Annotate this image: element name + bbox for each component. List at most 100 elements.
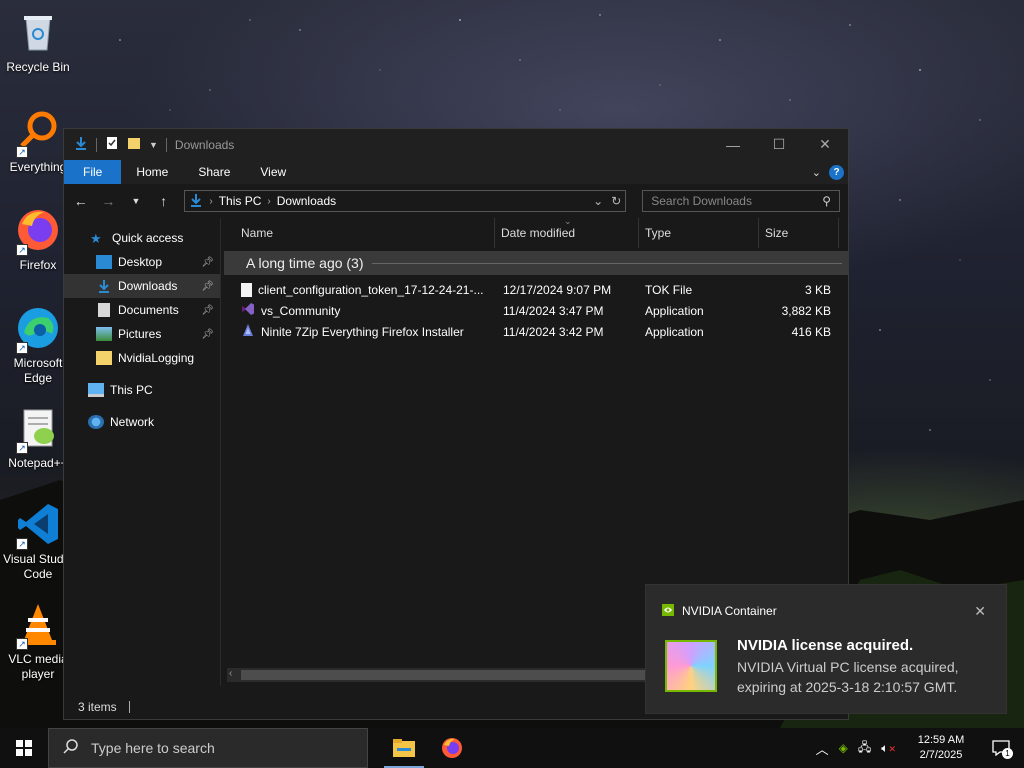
notification-toast[interactable]: NVIDIA Container ✕ NVIDIA license acquir… [645, 584, 1007, 714]
tab-view[interactable]: View [245, 160, 301, 184]
back-button[interactable]: ← [72, 193, 90, 209]
status-divider [128, 701, 130, 713]
file-type: Application [645, 303, 704, 318]
column-header-type[interactable]: Type [639, 218, 759, 248]
new-folder-icon[interactable] [127, 136, 141, 153]
desktop-folder-icon [96, 255, 112, 269]
search-input[interactable]: Search Downloads ⚲ [642, 190, 841, 212]
file-date: 11/4/2024 3:47 PM [503, 303, 604, 318]
scrollbar-thumb[interactable] [241, 670, 661, 680]
start-button[interactable] [0, 728, 48, 768]
action-center-button[interactable]: 1 [986, 728, 1016, 768]
toast-close-button[interactable]: ✕ [974, 603, 986, 620]
pin-icon[interactable]: 📌︎ [201, 329, 214, 340]
desktop-icon-label: Firefox [19, 258, 57, 272]
recent-locations-chevron-icon[interactable]: ▼ [127, 196, 145, 206]
search-icon[interactable]: ⚲ [822, 194, 831, 208]
star-icon: ★ [90, 231, 102, 246]
column-header-size[interactable]: Size [759, 218, 839, 248]
address-history-chevron-icon[interactable]: ⌄ [593, 194, 603, 208]
shortcut-arrow-icon: ↗ [16, 146, 28, 158]
sidebar-item-desktop[interactable]: Desktop 📌︎ [64, 250, 220, 274]
expand-ribbon-chevron-icon[interactable]: ⌄ [812, 166, 821, 179]
visual-studio-installer-icon [241, 302, 255, 319]
tab-home[interactable]: Home [121, 160, 183, 184]
toast-app-name: NVIDIA Container [682, 604, 777, 618]
address-bar[interactable]: › This PC › Downloads ⌄ ↻ [184, 190, 627, 212]
network-icon[interactable]: 🖧︎ [858, 738, 871, 759]
breadcrumb-separator-icon[interactable]: › [209, 196, 212, 207]
pin-icon[interactable]: 📌︎ [201, 305, 214, 316]
minimize-button[interactable]: — [710, 129, 756, 160]
help-button[interactable]: ? [829, 164, 844, 180]
downloads-folder-icon [74, 136, 88, 153]
vscode-icon: ↗ [14, 500, 62, 550]
volume-muted-icon[interactable]: 🔈︎✕ [881, 741, 896, 756]
breadcrumb-downloads[interactable]: Downloads [277, 194, 336, 208]
search-icon [63, 738, 79, 758]
file-row[interactable]: vs_Community 11/4/2024 3:47 PM Applicati… [221, 300, 848, 321]
pin-icon[interactable]: 📌︎ [201, 257, 214, 268]
sort-indicator-icon: ⌄ [564, 216, 572, 226]
downloads-location-icon [189, 193, 203, 210]
forward-button[interactable]: → [100, 193, 118, 209]
file-row[interactable]: Ninite 7Zip Everything Firefox Installer… [221, 321, 848, 342]
desktop-icon-label: Microsoft Edge [13, 356, 63, 385]
group-divider [371, 262, 842, 264]
tab-share[interactable]: Share [183, 160, 245, 184]
desktop-icon-recycle-bin[interactable]: Recycle Bin [0, 8, 76, 75]
taskbar-search-box[interactable]: Type here to search [48, 728, 368, 768]
file-name: Ninite 7Zip Everything Firefox Installer [261, 324, 464, 339]
sidebar-item-network[interactable]: Network [64, 410, 220, 434]
up-button[interactable]: ↑ [155, 193, 173, 209]
close-button[interactable]: ✕ [802, 129, 848, 160]
taskbar-file-explorer[interactable] [380, 728, 428, 768]
maximize-button[interactable]: ☐ [756, 129, 802, 160]
show-hidden-icons-chevron-icon[interactable]: ︿ [816, 739, 829, 758]
pictures-icon [96, 327, 112, 341]
refresh-icon[interactable]: ↻ [611, 194, 621, 208]
file-size: 3 KB [804, 282, 831, 297]
sidebar-item-label: NvidiaLogging [118, 351, 195, 365]
sidebar-item-label: Quick access [112, 231, 184, 245]
breadcrumb-separator-icon[interactable]: › [267, 196, 270, 207]
window-controls: — ☐ ✕ [710, 129, 848, 160]
file-size: 416 KB [791, 324, 831, 339]
computer-icon [88, 383, 104, 397]
taskbar-firefox[interactable] [428, 728, 476, 768]
column-header-name[interactable]: Name [221, 218, 495, 248]
shortcut-arrow-icon: ↗ [16, 638, 28, 650]
title-bar[interactable]: ▼ Downloads — ☐ ✕ [64, 129, 848, 160]
nvidia-logo-icon [662, 603, 674, 619]
clock[interactable]: 12:59 AM 2/7/2025 [906, 733, 976, 763]
file-size: 3,882 KB [781, 303, 831, 318]
recycle-bin-icon [14, 8, 62, 56]
firefox-icon [442, 738, 462, 758]
pin-icon[interactable]: 📌︎ [201, 281, 214, 292]
sidebar-item-label: Desktop [118, 255, 163, 269]
customize-toolbar-chevron-icon[interactable]: ▼ [149, 140, 158, 150]
sidebar-item-pictures[interactable]: Pictures 📌︎ [64, 322, 220, 346]
network-icon [88, 415, 104, 429]
sidebar-item-quick-access[interactable]: ★ Quick access [64, 226, 220, 250]
sidebar-item-documents[interactable]: Documents 📌︎ [64, 298, 220, 322]
group-header[interactable]: A long time ago (3) [224, 251, 848, 275]
toast-title: NVIDIA license acquired. [737, 637, 914, 654]
sidebar-item-downloads[interactable]: Downloads 📌︎ [64, 274, 220, 298]
downloads-icon [96, 279, 112, 293]
tab-file[interactable]: File [64, 160, 122, 184]
sidebar-item-label: Network [110, 415, 155, 429]
file-name: vs_Community [261, 303, 341, 318]
sidebar-item-this-pc[interactable]: This PC [64, 378, 220, 402]
file-row[interactable]: client_configuration_token_17-12-24-21-.… [221, 279, 848, 300]
nvidia-tray-icon[interactable]: ◈ [839, 741, 848, 755]
properties-icon[interactable] [105, 136, 119, 153]
scroll-left-icon[interactable]: ‹ [229, 668, 232, 679]
file-explorer-icon [393, 739, 415, 757]
sidebar-item-nvidialogging[interactable]: NvidiaLogging [64, 346, 220, 370]
breadcrumb-this-pc[interactable]: This PC [219, 194, 262, 208]
toast-header: NVIDIA Container [646, 598, 1006, 624]
navigation-bar: ← → ▼ ↑ › This PC › Downloads ⌄ ↻ Search… [64, 184, 848, 218]
ninite-installer-icon [241, 323, 255, 340]
notification-badge: 1 [1002, 748, 1013, 759]
